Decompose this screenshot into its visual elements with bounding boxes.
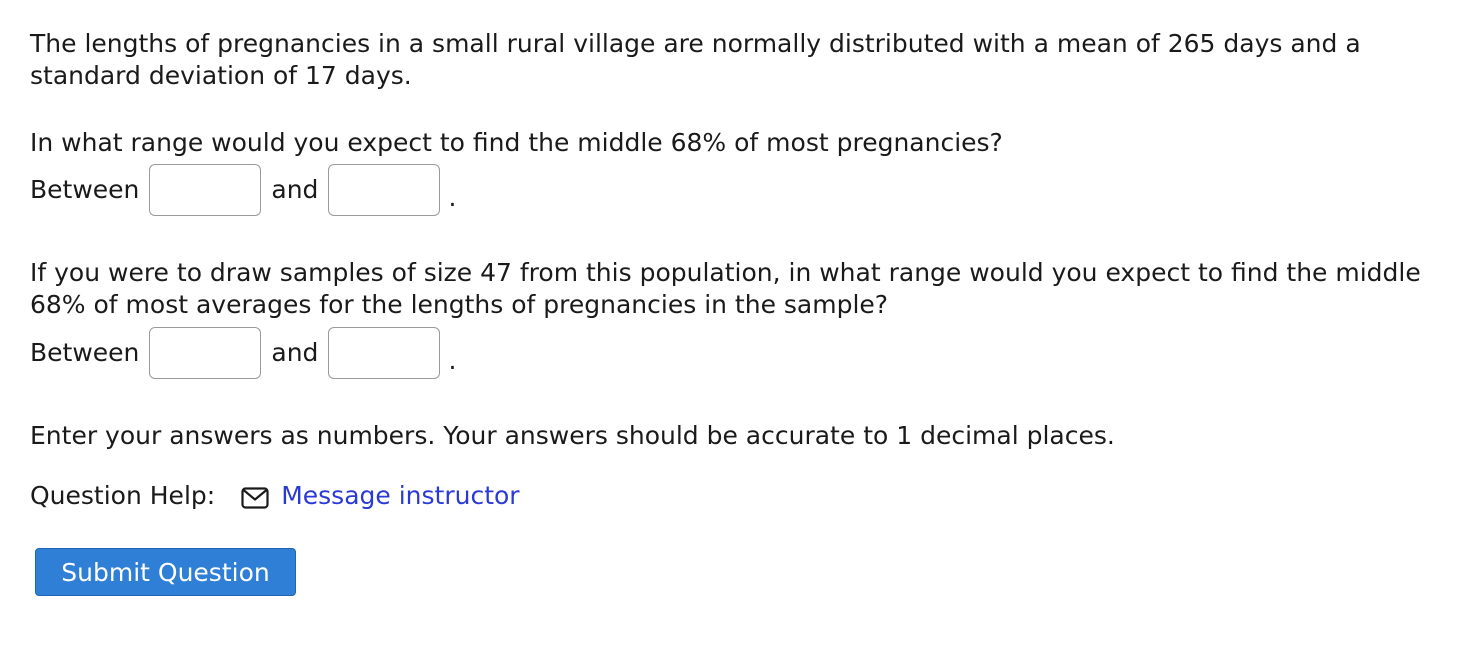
- between-label: Between: [30, 175, 140, 204]
- question-help: Question Help: Message instructor: [30, 480, 520, 512]
- answer-row-part1: Between and .: [30, 161, 456, 219]
- answer-instructions: Enter your answers as numbers. Your answ…: [30, 421, 1115, 450]
- part1-lower-input[interactable]: [149, 164, 262, 216]
- submit-question-button[interactable]: Submit Question: [35, 548, 296, 596]
- question-help-label: Question Help:: [30, 481, 216, 510]
- mail-icon[interactable]: [241, 485, 269, 509]
- between-label: Between: [30, 338, 140, 367]
- and-label: and: [271, 175, 319, 204]
- part1-upper-input[interactable]: [328, 164, 441, 216]
- part2-upper-input[interactable]: [328, 327, 441, 379]
- message-instructor-link[interactable]: Message instructor: [281, 480, 519, 512]
- period-text: .: [448, 183, 457, 212]
- answer-row-part2: Between and .: [30, 324, 456, 382]
- period-text: .: [448, 346, 457, 375]
- question-intro: The lengths of pregnancies in a small ru…: [30, 29, 1361, 90]
- and-label: and: [271, 338, 319, 367]
- question-part2-prompt: If you were to draw samples of size 47 f…: [30, 258, 1421, 319]
- part2-lower-input[interactable]: [149, 327, 262, 379]
- question-part1-prompt: In what range would you expect to find t…: [30, 128, 1003, 157]
